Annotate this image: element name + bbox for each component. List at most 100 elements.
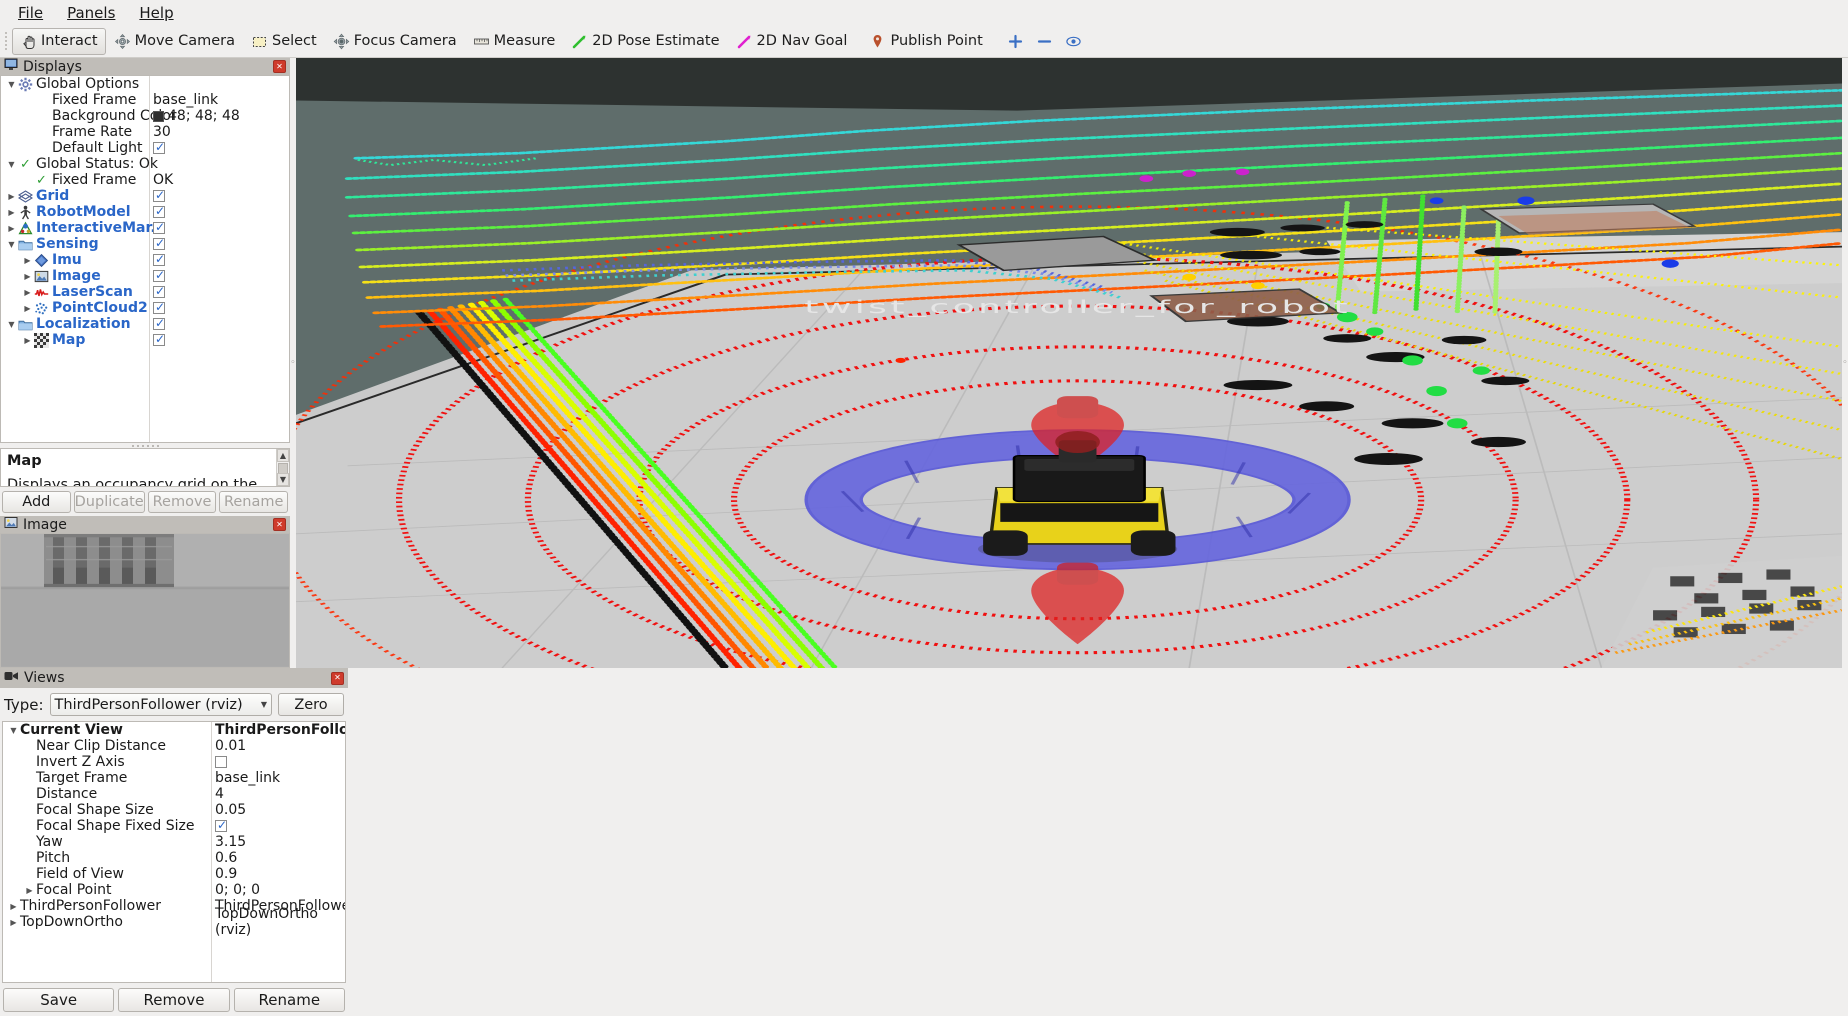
tool-2d-pose-estimate[interactable]: 2D Pose Estimate <box>563 28 727 55</box>
tree-row-value[interactable]: 0; 0; 0 <box>215 882 260 898</box>
views-tree[interactable]: Current ViewThirdPersonFollow...Near Cli… <box>2 721 346 983</box>
tree-row-value[interactable] <box>153 204 165 218</box>
toolbar-grip[interactable] <box>2 30 10 52</box>
checkbox[interactable] <box>153 332 165 346</box>
right-view-splitter[interactable]: ◦ <box>1842 58 1848 668</box>
camera-image-view[interactable] <box>0 533 290 668</box>
3d-render-view[interactable]: twist_controller_for_robot <box>296 58 1842 668</box>
chevron-right-icon[interactable] <box>7 902 20 911</box>
scroll-down-icon[interactable]: ▼ <box>277 473 289 487</box>
tree-row[interactable]: RobotModel <box>1 204 289 220</box>
checkbox[interactable] <box>153 268 165 282</box>
checkbox[interactable] <box>153 316 165 330</box>
tree-row[interactable]: Sensing <box>1 236 289 252</box>
tool-add-button[interactable] <box>1001 28 1030 55</box>
chevron-right-icon[interactable] <box>7 918 20 927</box>
chevron-right-icon[interactable] <box>21 288 34 297</box>
chevron-right-icon[interactable] <box>21 272 34 281</box>
chevron-right-icon[interactable] <box>5 192 18 201</box>
tree-row-value[interactable]: 4 <box>215 786 224 802</box>
add-display-button[interactable]: Add <box>2 491 71 514</box>
chevron-right-icon[interactable] <box>5 224 18 233</box>
chevron-right-icon[interactable] <box>21 256 34 265</box>
tree-row[interactable]: Map <box>1 332 289 348</box>
tree-row[interactable]: Current View ThirdPersonFollow... <box>3 722 345 738</box>
tree-row-value[interactable]: 0.9 <box>215 866 237 882</box>
tree-row[interactable]: ✓ Fixed Frame OK <box>1 172 289 188</box>
menu-panels[interactable]: Panels <box>57 2 125 24</box>
tree-row[interactable]: LaserScan <box>1 284 289 300</box>
tree-row-value[interactable] <box>153 188 165 202</box>
tree-row-value[interactable] <box>153 316 165 330</box>
tree-row[interactable]: ✓ Global Status: Ok <box>1 156 289 172</box>
tree-row[interactable]: Default Light <box>1 140 289 156</box>
tool-publish-point[interactable]: Publish Point <box>861 28 990 55</box>
menu-help[interactable]: Help <box>129 2 183 24</box>
tree-row[interactable]: Fixed Frame base_link <box>1 92 289 108</box>
tree-row[interactable]: Imu <box>1 252 289 268</box>
chevron-down-icon[interactable] <box>5 320 18 329</box>
rename-view-button[interactable]: Rename <box>233 988 345 1012</box>
checkbox[interactable] <box>153 252 165 266</box>
view-type-select[interactable]: ThirdPersonFollower (rviz) ▼ <box>49 693 272 716</box>
tree-row[interactable]: Localization <box>1 316 289 332</box>
tool-select[interactable]: Select <box>243 28 325 55</box>
tree-row[interactable]: Distance 4 <box>3 786 345 802</box>
tree-row-value[interactable]: ThirdPersonFollow... <box>215 722 345 738</box>
tree-row-value[interactable] <box>215 756 227 768</box>
checkbox[interactable] <box>153 220 165 234</box>
tree-row-value[interactable]: base_link <box>153 92 218 108</box>
checkbox[interactable] <box>153 140 165 154</box>
tree-row-value[interactable]: TopDownOrtho (rviz) <box>215 906 345 938</box>
tree-row[interactable]: Invert Z Axis <box>3 754 345 770</box>
tree-row-value[interactable]: 30 <box>153 124 171 140</box>
tree-row[interactable]: Pitch 0.6 <box>3 850 345 866</box>
tree-row[interactable]: Background Color 48; 48; 48 <box>1 108 289 124</box>
menu-file[interactable]: File <box>8 2 53 24</box>
tree-row[interactable]: Image <box>1 268 289 284</box>
chevron-right-icon[interactable] <box>5 208 18 217</box>
tool-move-camera[interactable]: Move Camera <box>106 28 243 55</box>
tree-row[interactable]: Global Options <box>1 76 289 92</box>
tool-properties-button[interactable] <box>1059 28 1088 55</box>
tree-row-value[interactable]: 48; 48; 48 <box>153 108 240 124</box>
checkbox[interactable] <box>153 204 165 218</box>
checkbox[interactable] <box>215 818 227 832</box>
chevron-down-icon[interactable] <box>5 160 18 169</box>
tool-interact[interactable]: Interact <box>12 27 106 55</box>
tree-row-value[interactable]: OK <box>153 172 173 188</box>
rename-display-button[interactable]: Rename <box>219 491 289 514</box>
tree-row-value[interactable]: 3.15 <box>215 834 246 850</box>
save-view-button[interactable]: Save <box>3 988 115 1012</box>
tree-row[interactable]: Frame Rate 30 <box>1 124 289 140</box>
color-swatch[interactable] <box>153 110 164 122</box>
tree-row-value[interactable] <box>153 252 165 266</box>
image-panel-close-icon[interactable] <box>273 518 286 532</box>
tree-row[interactable]: TopDownOrtho TopDownOrtho (rviz) <box>3 906 345 938</box>
scroll-up-icon[interactable]: ▲ <box>277 449 289 463</box>
chevron-right-icon[interactable] <box>21 304 34 313</box>
tool-remove-button[interactable] <box>1030 28 1059 55</box>
views-close-icon[interactable] <box>331 671 344 685</box>
displays-tree[interactable]: Global OptionsFixed Framebase_linkBackgr… <box>0 75 290 443</box>
duplicate-display-button[interactable]: Duplicate <box>73 491 145 514</box>
tool-measure[interactable]: Measure <box>465 28 564 55</box>
tree-row[interactable]: Field of View 0.9 <box>3 866 345 882</box>
tree-row-value[interactable]: 0.05 <box>215 802 246 818</box>
remove-display-button[interactable]: Remove <box>147 491 217 514</box>
tool-focus-camera[interactable]: Focus Camera <box>325 28 465 55</box>
checkbox[interactable] <box>153 284 165 298</box>
tree-row-value[interactable] <box>153 220 165 234</box>
tool-2d-nav-goal[interactable]: 2D Nav Goal <box>728 28 856 55</box>
tree-row-value[interactable]: 0.6 <box>215 850 237 866</box>
tree-row-value[interactable] <box>215 818 227 832</box>
chevron-down-icon[interactable] <box>7 726 20 735</box>
tree-row-value[interactable] <box>153 300 165 314</box>
tree-row[interactable]: Focal Shape Size 0.05 <box>3 802 345 818</box>
tree-row[interactable]: Target Frame base_link <box>3 770 345 786</box>
tree-row-value[interactable]: base_link <box>215 770 280 786</box>
chevron-right-icon[interactable] <box>21 336 34 345</box>
description-scrollbar[interactable]: ▲ ▼ <box>276 449 289 487</box>
tree-row[interactable]: Focal Shape Fixed Size <box>3 818 345 834</box>
checkbox[interactable] <box>153 300 165 314</box>
